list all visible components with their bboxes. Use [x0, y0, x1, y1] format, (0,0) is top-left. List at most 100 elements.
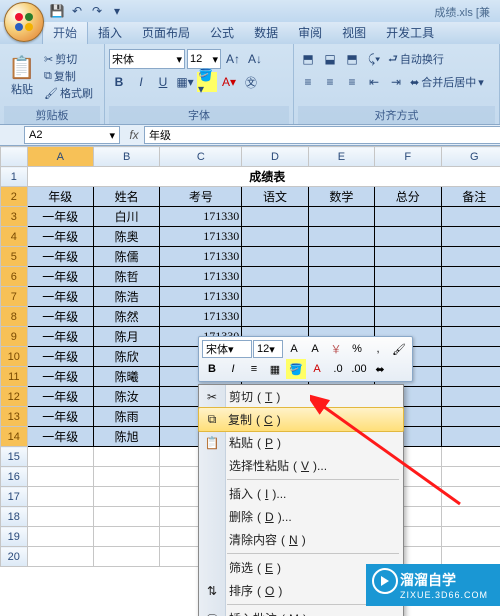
mini-font-name[interactable]: 宋体▾: [202, 340, 252, 358]
cell[interactable]: 一年级: [27, 307, 93, 327]
cell[interactable]: 一年级: [27, 207, 93, 227]
align-middle-icon[interactable]: ⬓: [320, 49, 340, 69]
cell[interactable]: 陈浩: [93, 287, 159, 307]
col-header-G[interactable]: G: [441, 147, 500, 167]
cell[interactable]: [375, 227, 441, 247]
mini-increase-decimal-icon[interactable]: .00: [349, 359, 369, 379]
cell[interactable]: [441, 207, 500, 227]
col-header-C[interactable]: C: [160, 147, 242, 167]
save-icon[interactable]: 💾: [48, 2, 66, 20]
ctx-cut[interactable]: ✂剪切(T): [199, 385, 403, 408]
cell[interactable]: [308, 287, 374, 307]
row-header[interactable]: 14: [1, 427, 28, 447]
cell[interactable]: [242, 207, 308, 227]
cell[interactable]: 陈欣: [93, 347, 159, 367]
mini-currency-icon[interactable]: ￥: [326, 339, 346, 359]
border-button[interactable]: ▦▾: [175, 72, 195, 92]
row-header[interactable]: 18: [1, 507, 28, 527]
phonetic-guide-button[interactable]: ㉆: [241, 72, 261, 92]
ctx-paste-special[interactable]: 选择性粘贴(V)...: [199, 454, 403, 477]
cell[interactable]: 一年级: [27, 347, 93, 367]
formula-input[interactable]: 年级: [144, 126, 500, 144]
mini-fill-color-icon[interactable]: 🪣: [286, 359, 306, 379]
orientation-icon[interactable]: ⤹▾: [364, 49, 384, 69]
cell[interactable]: 陈汝: [93, 387, 159, 407]
font-size-select[interactable]: 12▾: [187, 49, 221, 69]
cell[interactable]: 陈哲: [93, 267, 159, 287]
mini-percent-icon[interactable]: %: [347, 339, 367, 359]
header-cell[interactable]: 备注: [441, 187, 500, 207]
row-header[interactable]: 15: [1, 447, 28, 467]
cell[interactable]: 一年级: [27, 287, 93, 307]
cell[interactable]: 171330: [160, 267, 242, 287]
worksheet[interactable]: A B C D E F G 1 成绩表 2年级姓名考号语文数学总分备注3一年级白…: [0, 146, 500, 616]
mini-bold-button[interactable]: B: [202, 359, 222, 379]
shrink-font-icon[interactable]: A↓: [245, 49, 265, 69]
cell[interactable]: [441, 347, 500, 367]
cell[interactable]: [308, 227, 374, 247]
cell[interactable]: 陈儒: [93, 247, 159, 267]
cell[interactable]: [375, 247, 441, 267]
format-painter-button[interactable]: 🖌格式刷: [42, 85, 95, 101]
row-header[interactable]: 13: [1, 407, 28, 427]
col-header-A[interactable]: A: [27, 147, 93, 167]
cell[interactable]: [441, 287, 500, 307]
sheet-title[interactable]: 成绩表: [27, 167, 500, 187]
decrease-indent-icon[interactable]: ⇤: [364, 72, 384, 92]
cell[interactable]: [441, 367, 500, 387]
mini-font-color-icon[interactable]: A: [307, 359, 327, 379]
cell[interactable]: [375, 287, 441, 307]
row-header[interactable]: 9: [1, 327, 28, 347]
cell[interactable]: 一年级: [27, 367, 93, 387]
select-all[interactable]: [1, 147, 28, 167]
grow-font-icon[interactable]: A↑: [223, 49, 243, 69]
cell[interactable]: [375, 307, 441, 327]
copy-button[interactable]: ⧉复制: [42, 68, 95, 84]
mini-font-size[interactable]: 12▾: [253, 340, 283, 358]
tab-developer[interactable]: 开发工具: [376, 21, 444, 44]
cut-button[interactable]: ✂剪切: [42, 51, 95, 67]
mini-decrease-decimal-icon[interactable]: .0: [328, 359, 348, 379]
office-button[interactable]: [4, 2, 44, 42]
mini-border-icon[interactable]: ▦: [265, 359, 285, 379]
cell[interactable]: 陈月: [93, 327, 159, 347]
align-center-icon[interactable]: ≡: [320, 72, 340, 92]
font-name-select[interactable]: 宋体▾: [109, 49, 185, 69]
col-header-F[interactable]: F: [375, 147, 441, 167]
row-header[interactable]: 5: [1, 247, 28, 267]
align-bottom-icon[interactable]: ⬒: [342, 49, 362, 69]
qat-dropdown-icon[interactable]: ▾: [108, 2, 126, 20]
cell[interactable]: [441, 407, 500, 427]
align-left-icon[interactable]: ≡: [298, 72, 318, 92]
cell[interactable]: [441, 247, 500, 267]
row-header[interactable]: 10: [1, 347, 28, 367]
cell[interactable]: 陈雨: [93, 407, 159, 427]
fill-color-button[interactable]: 🪣▾: [197, 72, 217, 92]
wrap-text-button[interactable]: ⮐自动换行: [386, 50, 446, 69]
cell[interactable]: 一年级: [27, 267, 93, 287]
cell[interactable]: [242, 227, 308, 247]
cell[interactable]: [308, 247, 374, 267]
ctx-insert[interactable]: 插入(I)...: [199, 482, 403, 505]
tab-insert[interactable]: 插入: [88, 21, 132, 44]
cell[interactable]: 一年级: [27, 327, 93, 347]
cell[interactable]: 陈然: [93, 307, 159, 327]
cell[interactable]: [242, 307, 308, 327]
mini-grow-font-icon[interactable]: A: [284, 339, 304, 359]
cell[interactable]: [242, 247, 308, 267]
ctx-insert-comment[interactable]: 🗨插入批注(M): [199, 607, 403, 616]
cell[interactable]: [441, 387, 500, 407]
cell[interactable]: [441, 227, 500, 247]
col-header-B[interactable]: B: [93, 147, 159, 167]
row-header[interactable]: 6: [1, 267, 28, 287]
italic-button[interactable]: I: [131, 72, 151, 92]
row-header[interactable]: 20: [1, 547, 28, 567]
font-color-button[interactable]: A▾: [219, 72, 239, 92]
align-right-icon[interactable]: ≡: [342, 72, 362, 92]
header-cell[interactable]: 数学: [308, 187, 374, 207]
ctx-paste[interactable]: 📋粘贴(P): [199, 431, 403, 454]
cell[interactable]: 陈曦: [93, 367, 159, 387]
row-header[interactable]: 17: [1, 487, 28, 507]
row-header[interactable]: 4: [1, 227, 28, 247]
increase-indent-icon[interactable]: ⇥: [386, 72, 406, 92]
